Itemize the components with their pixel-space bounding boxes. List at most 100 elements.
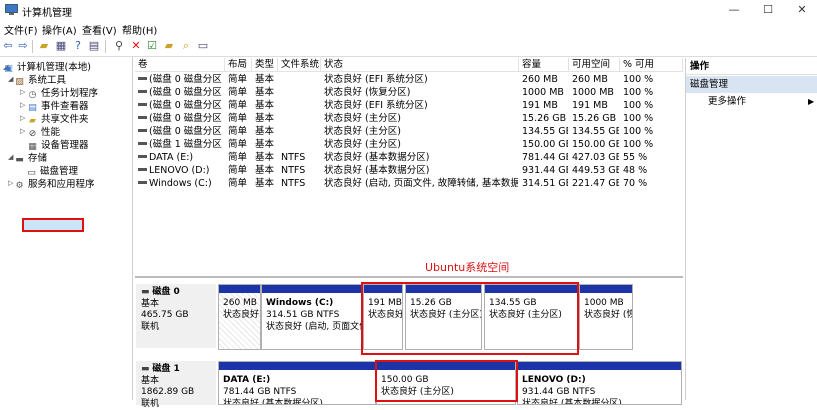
more-actions-link[interactable]: 更多操作 [708,95,746,109]
export-list-icon[interactable]: ▭ [197,40,209,52]
volume-name: (磁盘 0 磁盘分区 7) [149,126,224,137]
partition-block[interactable]: 150.00 GB状态良好 (主分区) [376,361,516,405]
partition-block[interactable]: DATA (E:)781.44 GB NTFS状态良好 (基本数据分区) [218,361,376,405]
partition-size: 134.55 GB [489,297,562,309]
volume-row[interactable]: (磁盘 0 磁盘分区 5)简单基本状态良好 (EFI 系统分区)191 MB19… [135,99,683,112]
minimize-button[interactable]: — [727,3,741,17]
volume-row[interactable]: (磁盘 0 磁盘分区 1)简单基本状态良好 (EFI 系统分区)260 MB26… [135,73,683,86]
connect-icon[interactable]: ⚲ [113,40,125,52]
partition-block[interactable]: 134.55 GB状态良好 (主分区) [484,284,578,350]
tree-storage[interactable]: ▬存储 [14,150,47,163]
volume-row[interactable]: (磁盘 0 磁盘分区 6)简单基本状态良好 (主分区)15.26 GB15.26… [135,112,683,125]
partition-block[interactable]: 191 MB状态良好 [363,284,403,350]
expand-arrow-icon[interactable]: ▷ [8,179,13,187]
delete-icon[interactable]: ✕ [130,40,142,52]
open-icon[interactable]: ▰ [163,40,175,52]
menu-file[interactable]: 文件(F) [4,22,38,37]
partition-status: 状态良好 (主分区) [489,309,562,321]
volume-cell [281,125,320,138]
disk-graphical-view: ▬ 磁盘 0 基本 465.75 GB 联机 ▬ 磁盘 1 基本 1862.89… [135,278,683,400]
volume-row[interactable]: DATA (E:)简单基本NTFS状态良好 (基本数据分区)781.44 GB4… [135,151,683,164]
column-header[interactable]: 容量 [519,58,569,72]
disk-size: 465.75 GB [141,310,211,322]
back-icon[interactable]: ⇦ [2,40,14,52]
volume-cell: 基本 [255,177,277,190]
volume-name: (磁盘 1 磁盘分区 2) [149,139,224,150]
volume-cell: 基本 [255,112,277,125]
tree-services[interactable]: ⚙服务和应用程序 [14,176,95,189]
volume-row[interactable]: (磁盘 1 磁盘分区 2)简单基本状态良好 (主分区)150.00 GB150.… [135,138,683,151]
volume-icon [138,129,147,132]
volume-row[interactable]: LENOVO (D:)简单基本NTFS状态良好 (基本数据分区)931.44 G… [135,164,683,177]
expand-arrow-icon[interactable]: ▷ [20,88,25,96]
ubuntu-space-annotation: Ubuntu系统空间 [425,259,509,275]
maximize-button[interactable]: ☐ [761,3,775,17]
actions-section-disk-management[interactable]: 磁盘管理 [686,76,817,93]
volume-cell: 427.03 GB [572,151,619,164]
tree-shared-folders[interactable]: ▰共享文件夹 [27,111,89,124]
forward-icon[interactable]: ⇨ [17,40,29,52]
collapse-arrow-icon[interactable]: ◢ [8,153,13,161]
expand-arrow-icon[interactable]: ▷ [20,127,25,135]
partition-block[interactable]: 260 MB状态良好 [218,284,261,350]
column-header[interactable]: 可用空间 [569,58,620,72]
show-hide-tree-icon[interactable]: ▦ [55,40,67,52]
disk-0-info[interactable]: ▬ 磁盘 0 基本 465.75 GB 联机 [136,284,216,348]
column-header[interactable]: 类型 [252,58,278,72]
volume-row[interactable]: (磁盘 0 磁盘分区 7)简单基本状态良好 (主分区)134.55 GB134.… [135,125,683,138]
tree-system-tools[interactable]: ▨系统工具 [14,72,66,85]
disk-type: 基本 [141,376,211,388]
volume-name: DATA (E:) [149,152,193,163]
volume-cell: 781.44 GB [522,151,568,164]
properties-icon[interactable]: ▤ [88,40,100,52]
partition-block[interactable]: 1000 MB状态良好 (恢 [579,284,633,350]
check-icon[interactable]: ☑ [146,40,158,52]
tree-root[interactable]: ▣计算机管理(本地) [3,59,91,72]
up-folder-icon[interactable]: ▰ [38,40,50,52]
column-header[interactable]: 状态 [321,58,519,72]
column-header[interactable]: % 可用 [620,58,683,72]
partition-status: 状态良好 (恢 [584,309,633,321]
partition-block[interactable]: LENOVO (D:)931.44 GB NTFS状态良好 (基本数据分区) [517,361,682,405]
help-icon[interactable]: ? [72,40,84,52]
expand-arrow-icon[interactable]: ▷ [20,114,25,122]
volume-name-cell: Windows (C:) [138,177,224,190]
volume-cell: 状态良好 (恢复分区) [324,86,518,99]
menu-action[interactable]: 操作(A) [42,22,77,37]
volume-cell: 状态良好 (主分区) [324,112,518,125]
partition-block[interactable]: 15.26 GB状态良好 (主分区) [405,284,482,350]
search-icon[interactable]: ⌕ [180,40,192,52]
computer-management-window: 计算机管理 — ☐ ✕ 文件(F) 操作(A) 查看(V) 帮助(H) ⇦ ⇨ … [0,0,817,400]
tree-performance[interactable]: ⊘性能 [27,124,60,137]
tree-event-viewer[interactable]: ▤事件查看器 [27,98,89,111]
partition-header-bar [364,285,402,293]
partition-status: 状态良好 (启动, 页面文件 [266,321,363,333]
menu-help[interactable]: 帮助(H) [122,22,157,37]
close-button[interactable]: ✕ [795,3,809,17]
partition-status: 状态良好 (主分区) [381,386,454,398]
volume-cell: 状态良好 (EFI 系统分区) [324,99,518,112]
tree-disk-management[interactable]: ▭磁盘管理 [26,163,78,176]
volume-row[interactable]: (磁盘 0 磁盘分区 4)简单基本状态良好 (恢复分区)1000 MB1000 … [135,86,683,99]
collapse-arrow-icon[interactable]: ◢ [8,75,13,83]
partition-header-bar [377,362,515,370]
menu-view[interactable]: 查看(V) [82,22,117,37]
volume-cell: 基本 [255,86,277,99]
volume-cell: 基本 [255,73,277,86]
window-title: 计算机管理 [22,4,72,19]
partition-size: 150.00 GB [381,374,454,386]
volume-cell: 100 % [623,73,682,86]
volume-row[interactable]: Windows (C:)简单基本NTFS状态良好 (启动, 页面文件, 故障转储… [135,177,683,190]
tree-device-manager[interactable]: ▦设备管理器 [27,137,89,150]
column-header[interactable]: 文件系统 [278,58,321,72]
volume-cell: NTFS [281,164,320,177]
volume-name: Windows (C:) [149,178,212,189]
disk-1-info[interactable]: ▬ 磁盘 1 基本 1862.89 GB 联机 [136,361,216,405]
tree-task-scheduler[interactable]: ◷任务计划程序 [27,85,98,98]
column-header[interactable]: 卷 [135,58,225,72]
tree-label: 设备管理器 [41,140,89,151]
partition-block[interactable]: Windows (C:)314.51 GB NTFS状态良好 (启动, 页面文件 [261,284,363,350]
expand-arrow-icon[interactable]: ▷ [20,101,25,109]
toolbox-icon: ▨ [14,77,25,87]
column-header[interactable]: 布局 [225,58,252,72]
